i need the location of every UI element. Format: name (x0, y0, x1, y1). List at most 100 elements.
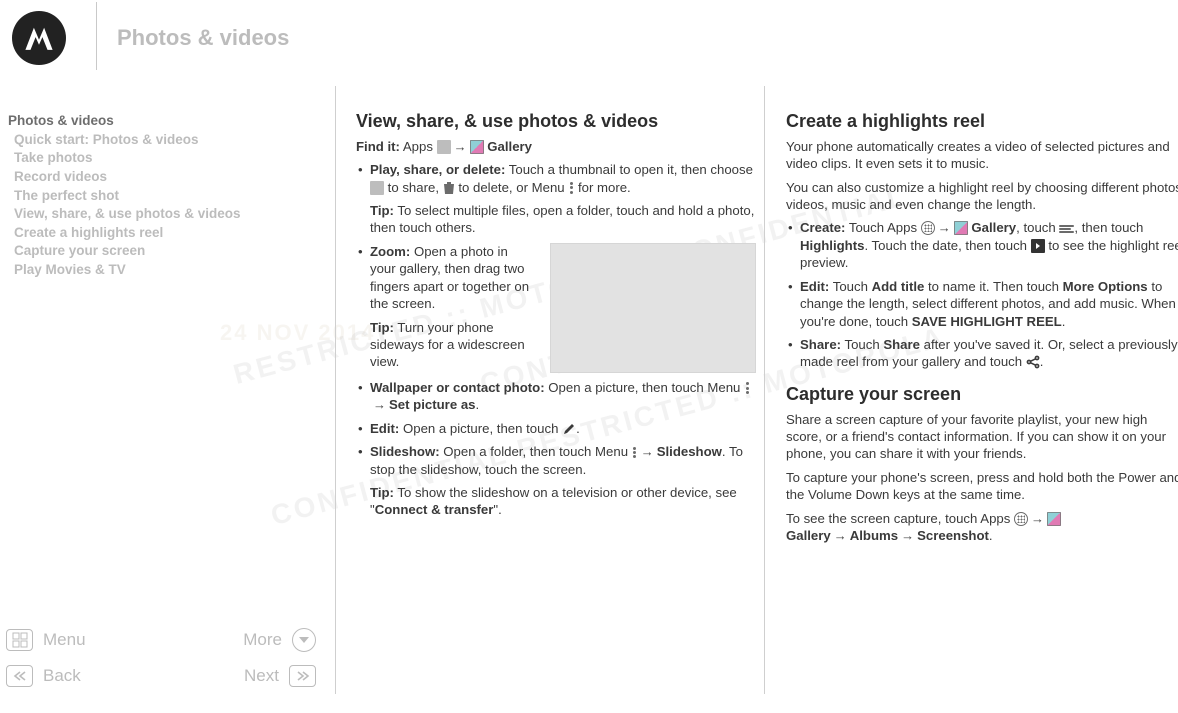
sidebar-item-highlights-reel[interactable]: Create a highlights reel (8, 224, 318, 243)
hl-share-title: Share: (800, 337, 841, 352)
create-a: Touch Apps (845, 220, 920, 235)
find-it-apps: Apps (400, 139, 437, 154)
movie-icon (1031, 239, 1045, 253)
create-title: Create: (800, 220, 845, 235)
connect-transfer-link[interactable]: Connect & transfer (375, 502, 494, 517)
play-title: Play, share, or delete: (370, 162, 505, 177)
slideshow-label: Slideshow (657, 444, 722, 459)
play-delete: to delete, or Menu (455, 180, 569, 195)
bottom-nav: Menu More Back Next (6, 625, 316, 697)
more-icon[interactable] (292, 628, 316, 652)
play-tip-label: Tip: (370, 203, 394, 218)
capture-p2: To capture your phone's screen, press an… (786, 469, 1178, 504)
highlights-p2: You can also customize a highlight reel … (786, 179, 1178, 214)
sidebar-item-play-movies[interactable]: Play Movies & TV (8, 261, 318, 280)
bullet-hl-share: Share: Touch Share after you've saved it… (786, 336, 1178, 371)
play-tip-body: To select multiple files, open a folder,… (370, 203, 754, 235)
column-divider-2 (764, 86, 765, 694)
arrow-icon: → (831, 528, 850, 543)
sidebar-toc: Photos & videos Quick start: Photos & vi… (8, 112, 318, 280)
create-b: , touch (1016, 220, 1059, 235)
next-label[interactable]: Next (244, 666, 279, 686)
add-title-label: Add title (872, 279, 925, 294)
hl-edit-b: to name it. Then touch (924, 279, 1062, 294)
slide-body: Open a folder, then touch Menu (440, 444, 632, 459)
edit-title: Edit: (370, 421, 399, 436)
arrow-icon: → (370, 397, 389, 412)
sidebar-item-photos-videos[interactable]: Photos & videos (8, 112, 318, 131)
back-label[interactable]: Back (43, 666, 81, 686)
heading-highlights: Create a highlights reel (786, 110, 1178, 134)
page-title: Photos & videos (117, 25, 289, 51)
apps-grid-icon (921, 221, 935, 235)
zoom-title: Zoom: (370, 244, 410, 259)
play-more: for more. (574, 180, 630, 195)
highlights-p1: Your phone automatically creates a video… (786, 138, 1178, 173)
screenshot-label: Screenshot (917, 528, 989, 543)
find-it-line: Find it: Apps → Gallery (356, 138, 756, 155)
motorola-logo (12, 11, 66, 65)
more-options-label: More Options (1063, 279, 1148, 294)
menu-dots-icon (632, 445, 638, 459)
arrow-icon: → (1028, 511, 1047, 526)
hl-edit-a: Touch (829, 279, 871, 294)
wall-body: Open a picture, then touch Menu (545, 380, 744, 395)
bullet-zoom: Zoom: Open a photo in your gallery, then… (356, 243, 756, 373)
heading-capture: Capture your screen (786, 383, 1178, 407)
bullet-create: Create: Touch Apps → Gallery, touch , th… (786, 219, 1178, 271)
bullet-hl-edit: Edit: Touch Add title to name it. Then t… (786, 278, 1178, 330)
column-divider-1 (335, 86, 336, 694)
share-icon (1026, 355, 1040, 369)
header-divider (96, 2, 97, 70)
share-placeholder-icon (370, 181, 384, 195)
play-body: Touch a thumbnail to open it, then choos… (505, 162, 753, 177)
wall-title: Wallpaper or contact photo: (370, 380, 545, 395)
edit-body: Open a picture, then touch (399, 421, 562, 436)
bullet-edit: Edit: Open a picture, then touch . (356, 420, 756, 437)
bullet-slideshow: Slideshow: Open a folder, then touch Men… (356, 443, 756, 519)
sidebar-item-record-videos[interactable]: Record videos (8, 168, 318, 187)
share-label: Share (883, 337, 920, 352)
slide-tip-b: ". (493, 502, 501, 517)
gallery-label: Gallery (786, 528, 831, 543)
save-highlight-label: SAVE HIGHLIGHT REEL (912, 314, 1062, 329)
highlights-label: Highlights (800, 238, 864, 253)
apps-grid-icon (1014, 512, 1028, 526)
slide-tip-label: Tip: (370, 485, 394, 500)
content-column-1: View, share, & use photos & videos Find … (356, 110, 756, 525)
lines-icon (1059, 223, 1074, 233)
watermark-date: 24 NOV 2014 (220, 320, 375, 346)
albums-label: Albums (850, 528, 898, 543)
sidebar-item-quickstart[interactable]: Quick start: Photos & videos (8, 131, 318, 150)
gallery-icon (1047, 512, 1061, 526)
more-label[interactable]: More (243, 630, 282, 650)
hl-edit-d: . (1062, 314, 1066, 329)
capture-p3: To see the screen capture, touch Apps → … (786, 510, 1178, 545)
sidebar-item-take-photos[interactable]: Take photos (8, 149, 318, 168)
set-picture-as-label: Set picture as (389, 397, 476, 412)
sidebar-item-capture-screen[interactable]: Capture your screen (8, 242, 318, 261)
gallery-icon (954, 221, 968, 235)
sidebar-item-perfect-shot[interactable]: The perfect shot (8, 187, 318, 206)
apps-icon (437, 140, 451, 154)
arrow-icon: → (451, 139, 470, 154)
slide-title: Slideshow: (370, 444, 440, 459)
next-icon[interactable] (289, 665, 316, 687)
arrow-icon: → (638, 444, 657, 459)
zoom-tip-body: Turn your phone sideways for a widescree… (370, 320, 525, 370)
create-d: . Touch the date, then touch (864, 238, 1030, 253)
hl-share-a: Touch (841, 337, 883, 352)
cap-p3b: . (989, 528, 993, 543)
gallery-label: Gallery (971, 220, 1016, 235)
arrow-icon: → (935, 220, 954, 235)
sidebar-item-view-share[interactable]: View, share, & use photos & videos (8, 205, 318, 224)
back-icon[interactable] (6, 665, 33, 687)
cap-p3a: To see the screen capture, touch Apps (786, 511, 1014, 526)
menu-dots-icon (744, 381, 750, 395)
play-share: to share, (384, 180, 443, 195)
header: Photos & videos (0, 8, 289, 68)
menu-icon[interactable] (6, 629, 33, 651)
menu-label[interactable]: Menu (43, 630, 86, 650)
zoom-placeholder-image (550, 243, 756, 373)
pencil-icon (562, 422, 576, 436)
